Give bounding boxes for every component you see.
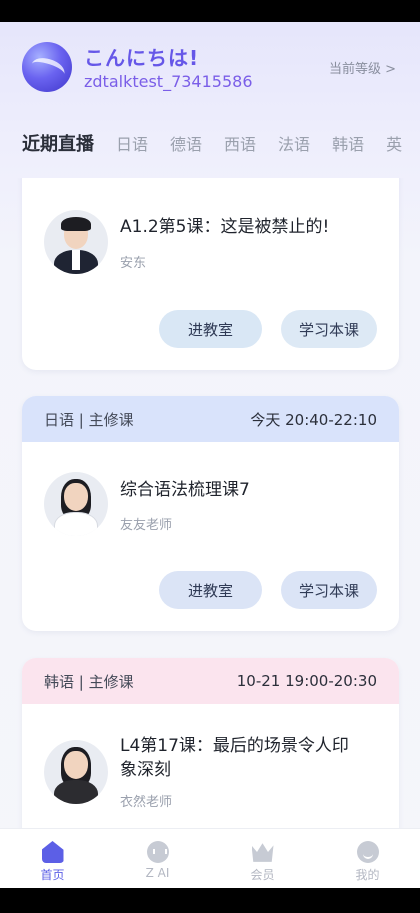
chat-icon	[146, 841, 169, 863]
teacher-name: 友友老师	[120, 518, 173, 533]
bottom-navigation: 首页 Z AI 会员 我的	[0, 828, 420, 888]
lesson-title: A1.2第5课：这是被禁止的!	[120, 217, 330, 237]
enter-classroom-button[interactable]: 进教室	[159, 310, 262, 348]
course-category: 韩语 | 主修课	[44, 672, 134, 691]
nav-z-ai[interactable]: Z AI	[105, 829, 210, 888]
tab-recent-live[interactable]: 近期直播	[22, 130, 94, 156]
avatar-logo-icon	[28, 54, 68, 84]
class-time: 10-21 19:00-20:30	[236, 672, 377, 690]
home-icon	[41, 841, 64, 863]
tab-spanish[interactable]: 西语	[224, 131, 256, 155]
crown-icon	[251, 843, 274, 862]
enter-classroom-button[interactable]: 进教室	[159, 571, 262, 609]
class-card: 韩语 | 主修课 10-21 19:00-20:30 L4第17课：最后的场景令…	[22, 658, 399, 828]
nav-label: 首页	[40, 868, 65, 882]
nav-membership[interactable]: 会员	[210, 829, 315, 888]
user-avatar[interactable]	[22, 42, 72, 92]
card-header: 韩语 | 主修课 10-21 19:00-20:30	[22, 658, 399, 704]
teacher-avatar	[44, 210, 108, 274]
profile-icon	[356, 841, 379, 863]
class-time: 今天 20:40-22:10	[250, 410, 377, 429]
tab-english[interactable]: 英	[386, 131, 402, 155]
lesson-title: 综合语法梳理课7	[120, 480, 250, 500]
teacher-name: 安东	[120, 256, 147, 271]
teacher-avatar	[44, 472, 108, 536]
study-lesson-button[interactable]: 学习本课	[281, 310, 377, 348]
current-level-link[interactable]: 当前等级 >	[329, 58, 396, 77]
nav-home[interactable]: 首页	[0, 829, 105, 888]
card-header: 日语 | 主修课 今天 20:40-22:10	[22, 396, 399, 442]
tab-french[interactable]: 法语	[278, 131, 310, 155]
username-text: zdtalktest_73415586	[84, 72, 253, 91]
class-card: 日语 | 主修课 今天 20:40-22:10 综合语法梳理课7 友友老师 进教…	[22, 396, 399, 631]
greeting-text: こんにちは!	[84, 46, 200, 70]
tab-japanese[interactable]: 日语	[116, 131, 148, 155]
language-tabs: 近期直播 日语 德语 西语 法语 韩语 英	[22, 128, 420, 158]
app-screen: こんにちは! zdtalktest_73415586 当前等级 > 近期直播 日…	[0, 0, 420, 913]
nav-label: Z AI	[145, 866, 170, 880]
status-bar	[0, 0, 420, 22]
tab-korean[interactable]: 韩语	[332, 131, 364, 155]
class-card: A1.2第5课：这是被禁止的! 安东 进教室 学习本课	[22, 178, 399, 370]
nav-label: 会员	[250, 868, 275, 882]
teacher-name: 衣然老师	[120, 795, 173, 810]
lesson-title: L4第17课：最后的场景令人印象深刻	[120, 736, 349, 780]
tab-german[interactable]: 德语	[170, 131, 202, 155]
nav-profile[interactable]: 我的	[315, 829, 420, 888]
live-class-feed[interactable]: A1.2第5课：这是被禁止的! 安东 进教室 学习本课 日语 | 主修课 今天 …	[0, 178, 420, 828]
system-gesture-bar	[0, 888, 420, 913]
study-lesson-button[interactable]: 学习本课	[281, 571, 377, 609]
course-category: 日语 | 主修课	[44, 410, 134, 429]
teacher-avatar	[44, 740, 108, 804]
nav-label: 我的	[355, 868, 380, 882]
